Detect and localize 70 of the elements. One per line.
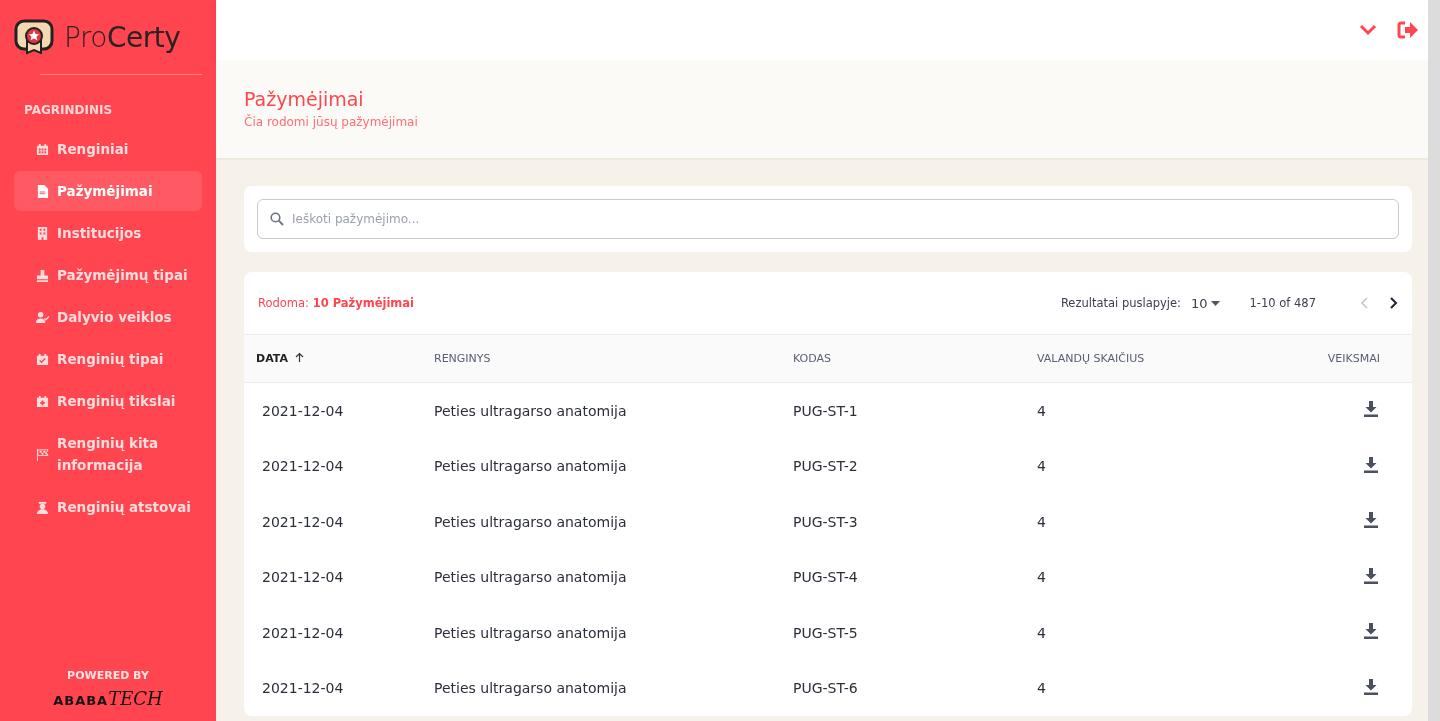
arrow-up-icon[interactable] <box>295 352 305 362</box>
user-check-icon <box>36 310 49 324</box>
sidebar-item[interactable]: Dalyvio veiklos <box>14 297 202 337</box>
app-logo: ProCerty <box>64 20 181 54</box>
table-cell: Peties ultragarso anatomija <box>434 513 627 530</box>
section-label: PAGRINDINIS <box>24 103 114 117</box>
calendar-plus-icon <box>36 394 49 408</box>
building-icon <box>36 226 49 240</box>
table-cell: 2021-12-04 <box>262 624 344 641</box>
column-header[interactable]: DATA <box>256 352 288 365</box>
sidebar-item[interactable]: Pažymėjimai <box>14 171 202 211</box>
column-header[interactable]: VALANDŲ SKAIČIUS <box>1037 352 1145 365</box>
table-cell: 2021-12-04 <box>262 402 344 419</box>
table-cell: 2021-12-04 <box>262 458 344 475</box>
page-subtitle: Čia rodomi jūsų pažymėjimai <box>244 115 419 129</box>
brand-logo: ABABATECH <box>52 688 164 709</box>
table-cell: PUG-ST-6 <box>793 680 858 697</box>
download-icon[interactable] <box>1364 567 1378 584</box>
download-icon[interactable] <box>1364 678 1378 695</box>
download-icon[interactable] <box>1364 623 1378 640</box>
table-cell: 4 <box>1037 680 1046 697</box>
table-cell: 4 <box>1037 402 1046 419</box>
table-cell: 2021-12-04 <box>262 680 344 697</box>
table-cell: 2021-12-04 <box>262 513 344 530</box>
sidebar-item[interactable]: Institucijos <box>14 213 202 253</box>
column-header[interactable]: VEIKSMAI <box>1327 352 1380 365</box>
table-cell: 2021-12-04 <box>262 569 344 586</box>
next-page-icon[interactable] <box>1390 297 1398 309</box>
sidebar-item[interactable]: Pažymėjimų tipai <box>14 255 202 295</box>
table-cell: PUG-ST-5 <box>793 624 858 641</box>
certificate-logo-icon <box>14 19 54 55</box>
calendar-check-icon <box>36 352 49 366</box>
download-icon[interactable] <box>1364 512 1378 529</box>
table-cell: Peties ultragarso anatomija <box>434 569 627 586</box>
table-cell: Peties ultragarso anatomija <box>434 624 627 641</box>
table-cell: PUG-ST-1 <box>793 402 858 419</box>
caret-icon <box>1210 300 1220 306</box>
sidebar-item[interactable]: Renginiai <box>14 129 202 169</box>
table-cell: 4 <box>1037 624 1046 641</box>
table-cell: 4 <box>1037 458 1046 475</box>
table-cell: PUG-ST-4 <box>793 569 858 586</box>
table-cell: Peties ultragarso anatomija <box>434 402 627 419</box>
calendar-icon <box>36 142 49 156</box>
sidebar-item[interactable]: Renginių atstovai <box>14 487 202 527</box>
sidebar-item[interactable]: Renginių tikslai <box>14 381 202 421</box>
table-cell: PUG-ST-2 <box>793 458 858 475</box>
download-icon[interactable] <box>1364 456 1378 473</box>
table-cell: PUG-ST-3 <box>793 513 858 530</box>
chevron-down-icon[interactable] <box>1359 24 1377 36</box>
sidebar-item[interactable]: Renginių tipai <box>14 339 202 379</box>
table-cell: 4 <box>1037 513 1046 530</box>
table-cell: Peties ultragarso anatomija <box>434 458 627 475</box>
table-cell: 4 <box>1037 569 1046 586</box>
person-icon <box>36 500 49 514</box>
page-title: Pažymėjimai <box>244 88 365 110</box>
table-cell: Peties ultragarso anatomija <box>434 680 627 697</box>
sidebar-item[interactable]: Renginių kita informacija <box>14 423 202 485</box>
logout-icon[interactable] <box>1397 21 1418 39</box>
column-header[interactable]: KODAS <box>793 352 832 365</box>
page-range: 1-10 of 487 <box>1249 296 1316 310</box>
powered-by-label: POWERED BY <box>66 669 150 682</box>
stamp-icon <box>36 268 49 282</box>
results-summary: Rodoma: 10 Pažymėjimai <box>258 296 415 310</box>
column-header[interactable]: RENGINYS <box>434 352 491 365</box>
search-field[interactable]: Ieškoti pažymėjimo... <box>257 199 1399 239</box>
per-page-dropdown[interactable]: 10 <box>1191 295 1220 311</box>
per-page-label: Rezultatai puslapyje: <box>1060 296 1181 310</box>
flag-icon <box>36 447 49 461</box>
download-icon[interactable] <box>1364 401 1378 418</box>
document-icon <box>36 184 49 198</box>
